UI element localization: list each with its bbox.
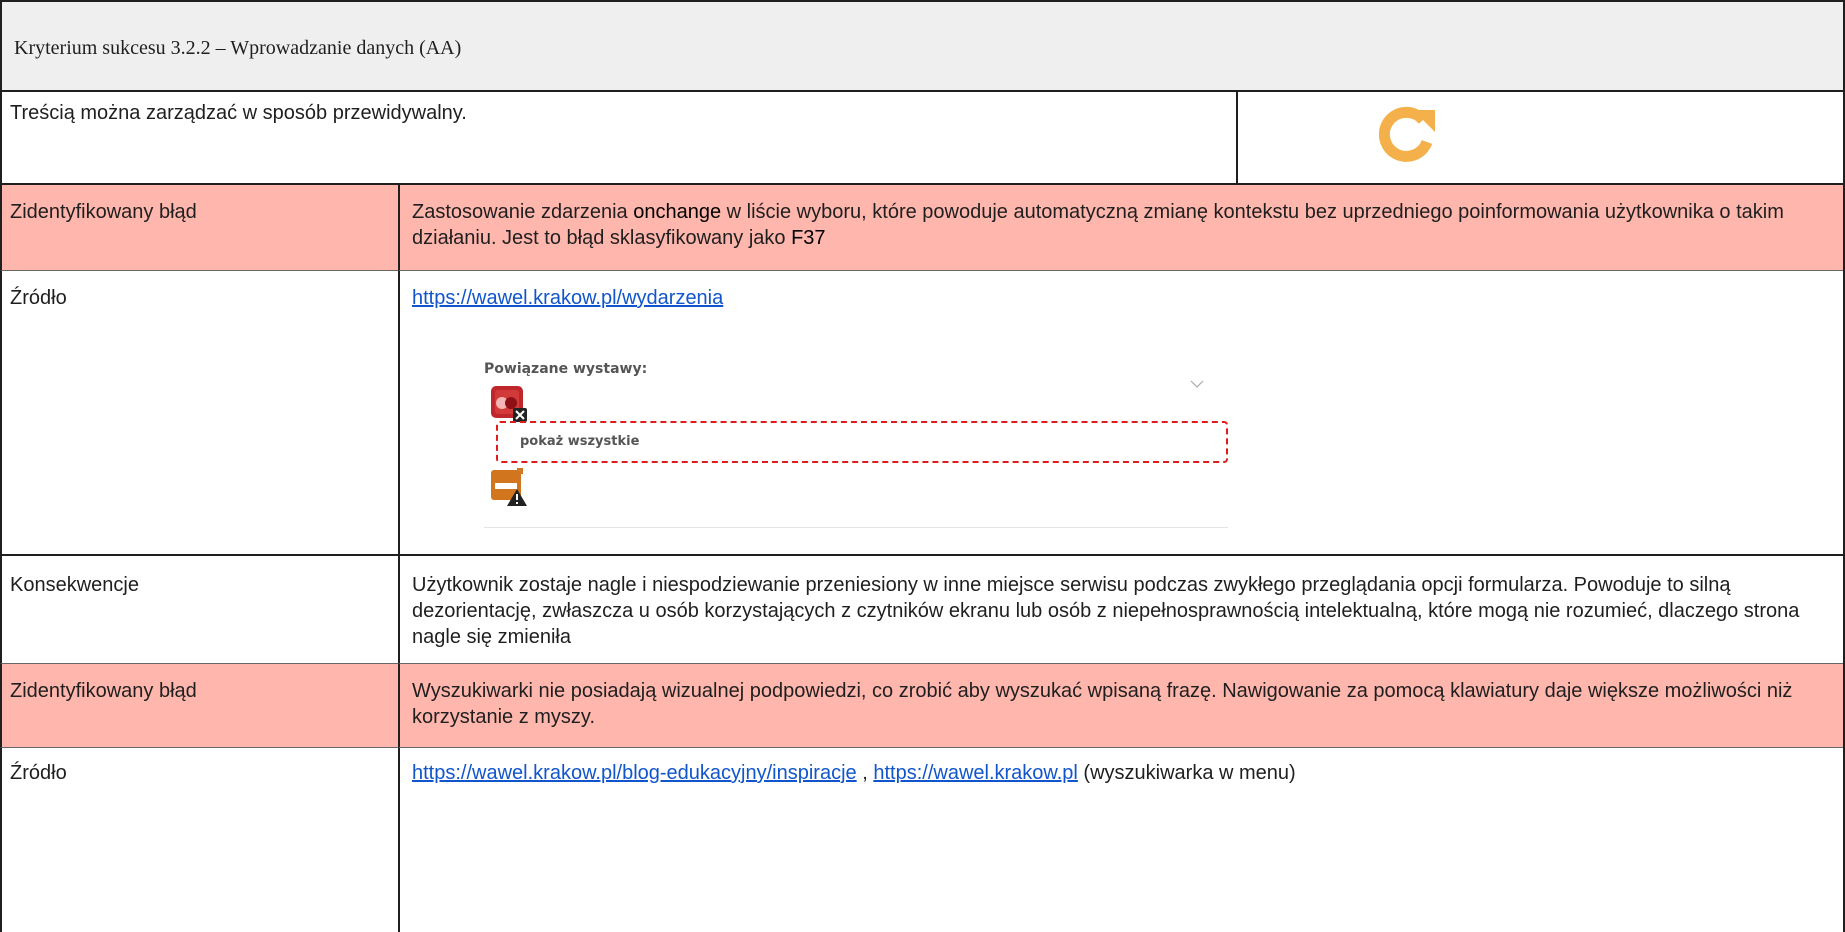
option-label: pokaż wszystkie bbox=[520, 434, 640, 449]
row-consequences-content: Użytkownik zostaje nagle i niespodziewan… bbox=[398, 556, 1845, 664]
chevron-down-icon bbox=[1190, 380, 1204, 388]
onchange-keyword: onchange bbox=[633, 201, 722, 223]
row-error-2-label: Zidentyfikowany błąd bbox=[0, 664, 400, 748]
source-link-inspiracje[interactable]: https://wawel.krakow.pl/blog-edukacyjny/… bbox=[412, 762, 857, 784]
row-error-2-content: Wyszukiwarki nie posiadają wizualnej pod… bbox=[398, 664, 1845, 748]
guideline-icon-cell bbox=[1236, 92, 1845, 185]
row-source-1-content: https://wawel.krakow.pl/wydarzenia Powią… bbox=[398, 271, 1845, 556]
guideline-row: Treścią można zarządzać w sposób przewid… bbox=[0, 92, 1238, 185]
criterion-header: Kryterium sukcesu 3.2.2 – Wprowadzanie d… bbox=[0, 0, 1845, 92]
source-2-line: https://wawel.krakow.pl/blog-edukacyjny/… bbox=[412, 760, 1296, 786]
guideline-text: Treścią można zarządzać w sposób przewid… bbox=[10, 102, 467, 124]
screenshot-divider bbox=[484, 527, 1228, 528]
row-consequences-label: Konsekwencje bbox=[0, 556, 400, 664]
warning-image-icon bbox=[491, 468, 527, 506]
f37-keyword: F37 bbox=[791, 227, 826, 249]
broken-image-icon bbox=[491, 386, 527, 422]
screenshot-heading: Powiązane wystawy: bbox=[484, 361, 648, 377]
search-note: (wyszukiwarka w menu) bbox=[1077, 762, 1296, 784]
row-source-1-label: Źródło bbox=[0, 271, 400, 556]
error-1-text-a: Zastosowanie zdarzenia bbox=[412, 201, 634, 223]
error-1-text: Zastosowanie zdarzenia onchange w liście… bbox=[412, 199, 1825, 251]
row-label: Zidentyfikowany błąd bbox=[10, 680, 197, 702]
row-label: Konsekwencje bbox=[10, 574, 139, 596]
embedded-screenshot: Powiązane wystawy: pokaż wszystkie bbox=[484, 351, 1228, 531]
criterion-title: Kryterium sukcesu 3.2.2 – Wprowadzanie d… bbox=[14, 37, 462, 59]
row-error-1-content: Zastosowanie zdarzenia onchange w liście… bbox=[398, 185, 1845, 271]
consequences-text: Użytkownik zostaje nagle i niespodziewan… bbox=[412, 574, 1800, 648]
source-link-homepage[interactable]: https://wawel.krakow.pl bbox=[873, 762, 1078, 784]
error-2-text: Wyszukiwarki nie posiadają wizualnej pod… bbox=[412, 680, 1793, 728]
row-error-1-label: Zidentyfikowany błąd bbox=[0, 185, 400, 271]
refresh-icon bbox=[1379, 106, 1435, 162]
row-source-2-content: https://wawel.krakow.pl/blog-edukacyjny/… bbox=[398, 748, 1845, 932]
row-label: Źródło bbox=[10, 287, 67, 309]
row-label: Zidentyfikowany błąd bbox=[10, 201, 197, 223]
link-separator: , bbox=[856, 762, 874, 784]
selected-option-box[interactable]: pokaż wszystkie bbox=[496, 421, 1228, 463]
source-link-wydarzenia[interactable]: https://wawel.krakow.pl/wydarzenia bbox=[412, 285, 723, 311]
row-source-2-label: Źródło bbox=[0, 748, 400, 932]
row-label: Źródło bbox=[10, 762, 67, 784]
